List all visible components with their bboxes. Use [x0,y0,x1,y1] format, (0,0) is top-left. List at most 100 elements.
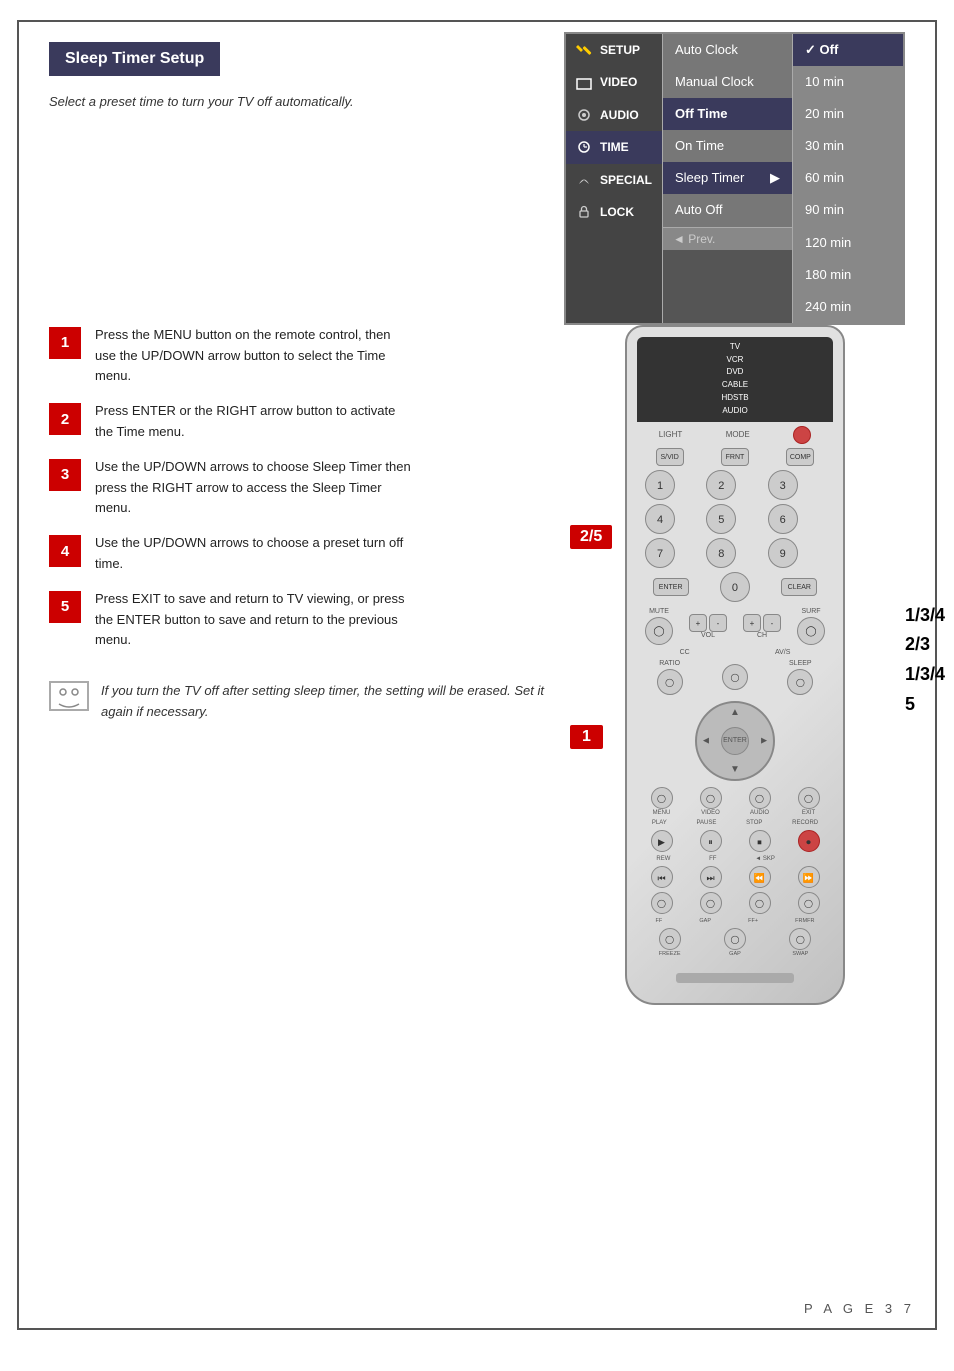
auto-clock[interactable]: Auto Clock [663,34,792,66]
power-button[interactable] [793,426,811,444]
rew-ff-row: REW FF ◄ SKP [637,856,833,862]
sleep-button[interactable]: ◯ [787,669,813,695]
skp2-button[interactable]: ⏩ [798,866,820,888]
vol-up[interactable]: + [689,614,707,632]
menu-video[interactable]: VIDEO [566,66,662,98]
ch-down[interactable]: - [763,614,781,632]
timer-10[interactable]: 10 min [793,66,903,98]
vol-section: + - VOL [689,614,727,639]
vol-down[interactable]: - [709,614,727,632]
timer-120[interactable]: 120 min [793,227,903,259]
record-button[interactable]: ⏺ [798,830,820,852]
dpad-left-arrow[interactable]: ◄ [701,735,711,746]
manual-clock[interactable]: Manual Clock [663,66,792,98]
clear-button[interactable]: CLEAR [781,578,817,596]
audio-section: ◯ AUDIO [749,787,771,816]
fn-row1: ◯ ◯ ◯ ◯ [637,892,833,914]
note-icon [49,681,89,711]
s-video-button[interactable]: S/VID [656,448,684,466]
menu-setup[interactable]: SETUP [566,34,662,66]
menu-audio[interactable]: AUDIO [566,99,662,131]
timer-90[interactable]: 90 min [793,194,903,226]
video-button[interactable]: ◯ [700,787,722,809]
stop-button[interactable]: ⏹ [749,830,771,852]
timer-180[interactable]: 180 min [793,259,903,291]
timer-30[interactable]: 30 min [793,130,903,162]
on-time[interactable]: On Time [663,130,792,162]
mute-button[interactable]: ◯ [645,617,673,645]
btn-9[interactable]: 9 [768,538,798,568]
sleep-timer[interactable]: Sleep Timer ▶ [663,162,792,194]
middle-button[interactable]: ◯ [722,664,748,690]
menu-button[interactable]: ◯ [651,787,673,809]
timer-off[interactable]: ✓ Off [793,34,903,66]
cc-label: CC [680,649,690,656]
mute-vol-row: MUTE ◯ + - VOL + [637,608,833,645]
step-4-text: Use the UP/DOWN arrows to choose a prese… [95,533,415,575]
btn-4[interactable]: 4 [645,504,675,534]
btn-1[interactable]: 1 [645,470,675,500]
ffplus-label: FF+ [748,918,758,924]
fn2-button[interactable]: ◯ [700,892,722,914]
btn-6[interactable]: 6 [768,504,798,534]
right-labels: 1/3/4 2/3 1/3/4 5 [905,605,945,715]
ch-arrows: + - [743,614,781,632]
exit-button[interactable]: ◯ [798,787,820,809]
menu-lock[interactable]: LOCK [566,196,662,228]
fn-labels1: FF GAP FF+ FRMFR [637,918,833,924]
audio-button[interactable]: ◯ [749,787,771,809]
fn3-button[interactable]: ◯ [749,892,771,914]
timer-60[interactable]: 60 min [793,162,903,194]
btn-3[interactable]: 3 [768,470,798,500]
skp-button[interactable]: ⏪ [749,866,771,888]
auto-off[interactable]: Auto Off [663,194,792,226]
freeze-button[interactable]: ◯ [659,928,681,950]
right-label-23: 2/3 [905,634,945,656]
btn-5[interactable]: 5 [706,504,736,534]
play-button[interactable]: ▶ [651,830,673,852]
fn1-button[interactable]: ◯ [651,892,673,914]
freeze-label: FREEZE [659,951,681,957]
enter-button[interactable]: ENTER [653,578,689,596]
page-number: P A G E 3 7 [804,1301,915,1316]
gap2-button[interactable]: ◯ [724,928,746,950]
comp-button[interactable]: COMP [786,448,814,466]
right-label-134: 1/3/4 [905,605,945,627]
ff-label: FF [709,856,716,862]
surf-button[interactable]: ◯ [797,617,825,645]
video-label: VIDEO [701,810,720,816]
rew-button[interactable]: ⏮ [651,866,673,888]
step-1-row: 1 Press the MENU button on the remote co… [49,325,545,387]
off-time[interactable]: Off Time [663,98,792,130]
dpad-right-arrow[interactable]: ► [759,735,769,746]
front-button[interactable]: FRNT [721,448,749,466]
timer-20[interactable]: 20 min [793,98,903,130]
pause-button[interactable]: ⏸ [700,830,722,852]
timer-240[interactable]: 240 min [793,291,903,323]
surf-label: SURF [801,608,820,615]
btn-2[interactable]: 2 [706,470,736,500]
menu-time[interactable]: TIME [566,131,662,163]
prev-button[interactable]: ◄ Prev. [663,227,792,250]
enter-center-button[interactable]: ENTER [721,727,749,755]
ch-up[interactable]: + [743,614,761,632]
dpad-down-arrow[interactable]: ▼ [730,764,740,775]
remote-section: 2/5 1 1/3/4 2/3 1/3/4 5 TVVCRDVDCABLEHDS… [565,325,905,1005]
menu-special[interactable]: SPECIAL [566,164,662,196]
dpad-up-arrow[interactable]: ▲ [730,707,740,718]
swap-button[interactable]: ◯ [789,928,811,950]
step-5-text: Press EXIT to save and return to TV view… [95,589,415,651]
fn4-button[interactable]: ◯ [798,892,820,914]
rew-ff-buttons: ⏮ ⏭ ⏪ ⏩ [637,866,833,888]
btn-8[interactable]: 8 [706,538,736,568]
step-4-number: 4 [49,535,81,567]
ratio-button[interactable]: ◯ [657,669,683,695]
gap2-section: ◯ GAP [724,928,746,957]
btn-7[interactable]: 7 [645,538,675,568]
step-5-number: 5 [49,591,81,623]
btn-0[interactable]: 0 [720,572,750,602]
ff-button[interactable]: ⏭ [700,866,722,888]
dpad[interactable]: ▲ ▼ ◄ ► ENTER [695,701,775,781]
play-label: PLAY [652,820,667,826]
step-3-text: Use the UP/DOWN arrows to choose Sleep T… [95,457,415,519]
